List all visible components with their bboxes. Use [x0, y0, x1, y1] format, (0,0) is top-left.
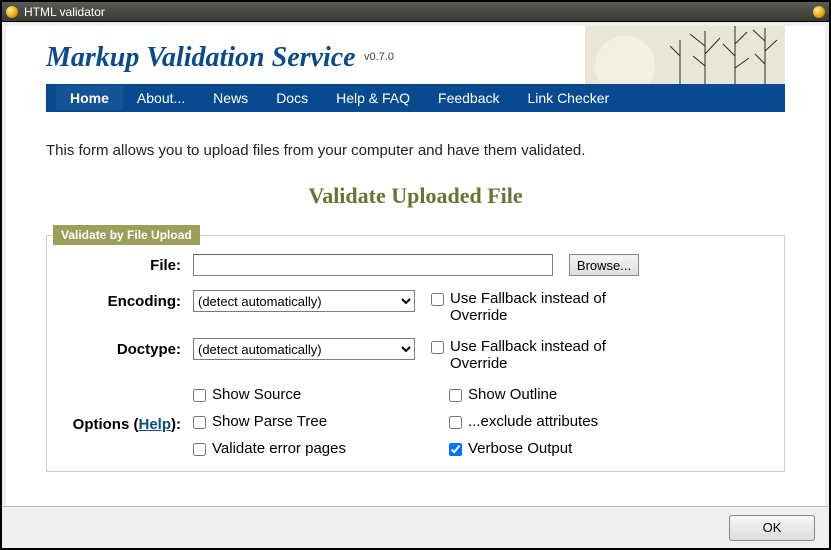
doctype-fallback-checkbox[interactable] [431, 341, 444, 354]
encoding-fallback-label: Use Fallback instead of Override [450, 290, 631, 324]
nav-item-home[interactable]: Home [56, 86, 123, 110]
upload-fieldset: Validate by File Upload File: Browse... … [46, 235, 785, 472]
nav-item-about[interactable]: About... [123, 86, 199, 110]
doctype-label: Doctype: [63, 338, 193, 358]
option-row-right-0[interactable]: Show Outline [449, 386, 689, 403]
banner-version: v0.7.0 [364, 51, 394, 63]
option-checkbox-right-0[interactable] [449, 389, 462, 402]
doctype-fallback-label: Use Fallback instead of Override [450, 338, 631, 372]
banner-decoration-trees [585, 26, 785, 84]
options-help-link[interactable]: Help [138, 416, 171, 433]
dialog-footer: OK [2, 506, 829, 548]
option-checkbox-left-2[interactable] [193, 443, 206, 456]
browse-button[interactable]: Browse... [569, 254, 639, 276]
file-label: File: [63, 254, 193, 274]
app-window: HTML validator Markup Validation Service… [0, 0, 831, 550]
options-column-right: Show Outline ...exclude attributes Verbose… [449, 386, 689, 457]
nav-item-help-faq[interactable]: Help & FAQ [322, 86, 424, 110]
content-area: Markup Validation Service v0.7.0 [6, 26, 825, 506]
window-menu-icon[interactable] [6, 6, 18, 18]
option-row-left-1[interactable]: Show Parse Tree [193, 413, 433, 430]
option-checkbox-left-1[interactable] [193, 416, 206, 429]
file-input[interactable] [193, 254, 553, 276]
encoding-select[interactable]: (detect automatically) [193, 290, 415, 312]
option-checkbox-right-1[interactable] [449, 416, 462, 429]
ok-button[interactable]: OK [729, 515, 815, 541]
window-titlebar: HTML validator [2, 2, 829, 22]
intro-text: This form allows you to upload files fro… [46, 142, 785, 159]
window-close-icon[interactable] [813, 6, 825, 18]
banner-title: Markup Validation Service [46, 42, 356, 73]
option-label-left-1: Show Parse Tree [212, 413, 327, 430]
option-label-right-1: ...exclude attributes [468, 413, 598, 430]
options-label: Options (Help): [63, 386, 193, 433]
nav-item-link-checker[interactable]: Link Checker [514, 86, 624, 110]
encoding-fallback-row[interactable]: Use Fallback instead of Override [431, 290, 631, 324]
option-row-right-1[interactable]: ...exclude attributes [449, 413, 689, 430]
option-label-left-2: Validate error pages [212, 440, 346, 457]
option-label-right-0: Show Outline [468, 386, 557, 403]
fieldset-legend: Validate by File Upload [53, 225, 200, 245]
encoding-fallback-checkbox[interactable] [431, 293, 444, 306]
option-checkbox-left-0[interactable] [193, 389, 206, 402]
doctype-fallback-row[interactable]: Use Fallback instead of Override [431, 338, 631, 372]
nav-item-docs[interactable]: Docs [262, 86, 322, 110]
option-label-left-0: Show Source [212, 386, 301, 403]
options-column-left: Show Source Show Parse Tree Validate error… [193, 386, 433, 457]
option-row-right-2[interactable]: Verbose Output [449, 440, 689, 457]
nav-item-news[interactable]: News [199, 86, 262, 110]
banner: Markup Validation Service v0.7.0 [46, 26, 785, 84]
section-title: Validate Uploaded File [46, 183, 785, 209]
option-checkbox-right-2[interactable] [449, 443, 462, 456]
option-row-left-2[interactable]: Validate error pages [193, 440, 433, 457]
nav-item-feedback[interactable]: Feedback [424, 86, 513, 110]
window-title: HTML validator [24, 5, 105, 19]
doctype-select[interactable]: (detect automatically) [193, 338, 415, 360]
option-row-left-0[interactable]: Show Source [193, 386, 433, 403]
encoding-label: Encoding: [63, 290, 193, 310]
main-nav: HomeAbout...NewsDocsHelp & FAQFeedbackLi… [46, 84, 785, 112]
option-label-right-2: Verbose Output [468, 440, 572, 457]
